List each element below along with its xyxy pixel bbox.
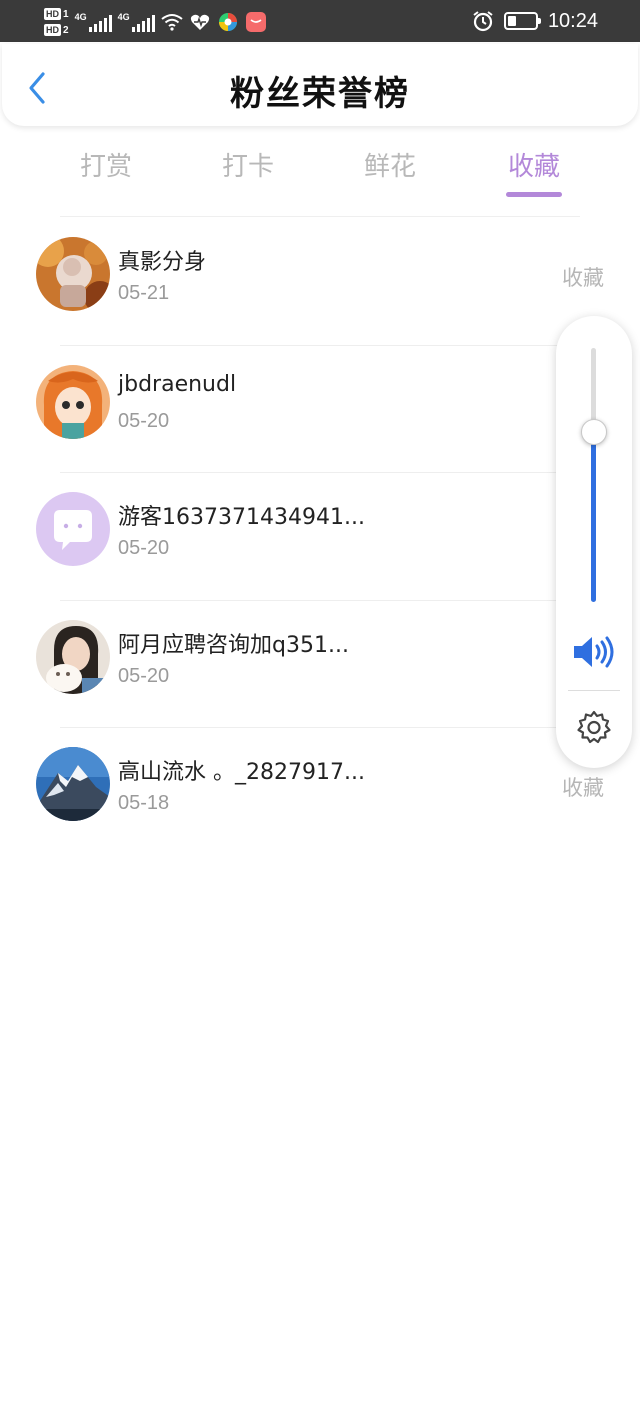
- page-title: 粉丝荣誉榜: [230, 74, 410, 114]
- heart-rate-icon: [189, 11, 211, 33]
- speaker-icon[interactable]: [572, 634, 616, 670]
- status-bar: HD 1 HD 2 4G 4G 10:24: [0, 0, 640, 42]
- volume-panel: [556, 316, 632, 768]
- header: 粉丝荣誉榜: [2, 44, 638, 126]
- gear-icon[interactable]: [576, 710, 612, 746]
- tab-checkin[interactable]: 打卡: [188, 146, 308, 183]
- fan-date: 05-18: [118, 792, 170, 814]
- fan-name: 阿月应聘咨询加q351...: [118, 632, 349, 658]
- avatar[interactable]: [36, 492, 110, 566]
- favorite-label: 收藏: [562, 266, 604, 290]
- fan-name: jbdraenudl: [118, 371, 237, 397]
- hd-indicators: HD 1 HD 2: [44, 8, 69, 36]
- fan-list: 真影分身 05-21 收藏 jbdraenudl 05-20 游客1637371…: [0, 218, 640, 856]
- avatar[interactable]: [36, 237, 110, 311]
- avatar[interactable]: [36, 364, 110, 439]
- fan-name: 真影分身: [118, 250, 207, 275]
- mail-app-icon: [245, 11, 267, 33]
- volume-slider-fill: [591, 431, 596, 602]
- status-time: 10:24: [547, 9, 598, 32]
- status-bar-left: HD 1 HD 2 4G 4G: [44, 4, 267, 40]
- app-color-icon: [217, 11, 239, 33]
- fan-name: 高山流水 。_2827917...: [118, 760, 365, 785]
- favorite-label: 收藏: [562, 776, 604, 800]
- tab-indicator: [506, 192, 562, 197]
- signal-icon-2: 4G: [118, 12, 155, 32]
- fan-date: 05-20: [118, 537, 170, 559]
- status-bar-right: 10:24: [472, 0, 598, 42]
- fan-date: 05-20: [118, 409, 170, 432]
- wifi-icon: [160, 11, 183, 33]
- list-item[interactable]: 阿月应聘咨询加q351... 05-20: [0, 601, 640, 728]
- alarm-icon: [472, 10, 494, 32]
- tab-flowers[interactable]: 鲜花: [330, 146, 450, 183]
- signal-icon-1: 4G: [75, 12, 112, 32]
- list-item[interactable]: 游客1637371434941... 05-20: [0, 473, 640, 601]
- volume-slider-thumb[interactable]: [581, 418, 607, 445]
- divider: [60, 216, 580, 217]
- list-item[interactable]: jbdraenudl 05-20: [0, 346, 640, 473]
- hd-indicator-1: HD 1: [44, 8, 69, 20]
- tab-favorites[interactable]: 收藏: [474, 146, 594, 183]
- fan-date: 05-20: [118, 664, 170, 687]
- tab-reward[interactable]: 打赏: [46, 146, 166, 183]
- list-item[interactable]: 高山流水 。_2827917... 05-18 收藏: [0, 728, 640, 856]
- list-item[interactable]: 真影分身 05-21 收藏: [0, 218, 640, 346]
- fan-name: 游客1637371434941...: [118, 505, 365, 530]
- hd-indicator-2: HD 2: [44, 24, 69, 36]
- battery-icon: [503, 12, 541, 30]
- avatar[interactable]: [36, 747, 110, 821]
- tab-bar: 打赏 打卡 鲜花 收藏: [0, 140, 640, 200]
- divider: [568, 690, 620, 691]
- avatar[interactable]: [36, 619, 110, 694]
- fan-date: 05-21: [118, 282, 170, 304]
